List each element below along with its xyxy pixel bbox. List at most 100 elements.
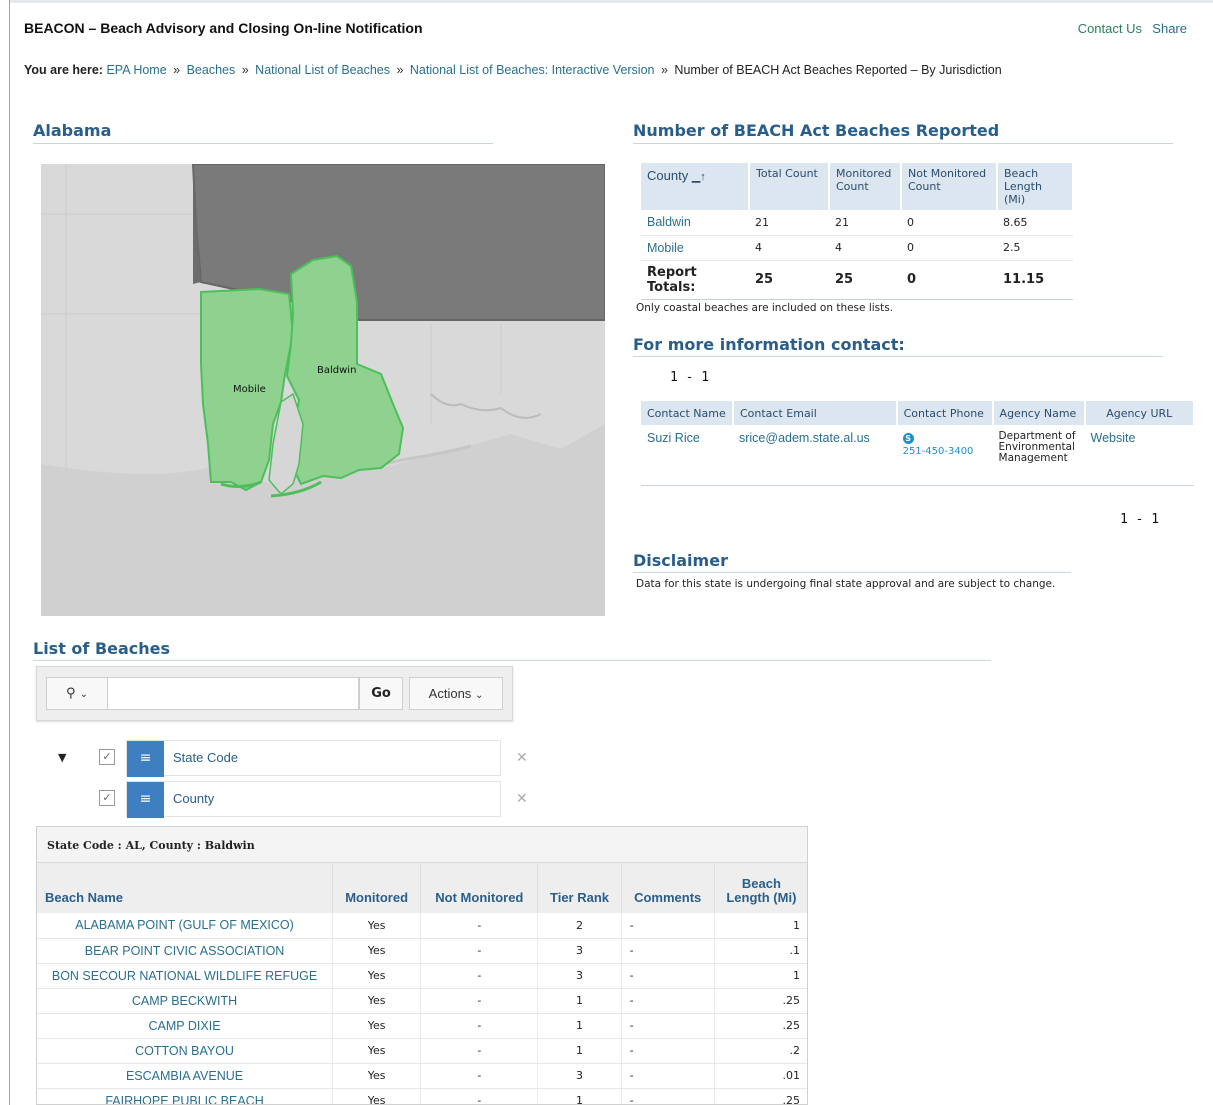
actions-menu-button[interactable]: Actions ⌄ bbox=[409, 677, 503, 710]
totals-total: 25 bbox=[749, 260, 829, 300]
beach-name-link[interactable]: BON SECOUR NATIONAL WILDLIFE REFUGE bbox=[37, 963, 334, 989]
beach-name-link[interactable]: CAMP DIXIE bbox=[37, 1013, 334, 1039]
map-label-mobile: Mobile bbox=[233, 384, 266, 395]
breadcrumb-beaches[interactable]: Beaches bbox=[187, 63, 236, 77]
beach-name-link[interactable]: ALABAMA POINT (GULF OF MEXICO) bbox=[37, 913, 334, 939]
filter-state-code[interactable]: ≡ State Code bbox=[126, 740, 501, 777]
table-row: CAMP BECKWITH Yes - 1 - .25 bbox=[37, 988, 807, 1014]
remove-filter-icon[interactable]: ✕ bbox=[516, 750, 528, 766]
cell-length: .1 bbox=[714, 938, 807, 964]
cell-tier-rank: 3 bbox=[537, 938, 622, 964]
cell-monitored: Yes bbox=[332, 963, 422, 989]
beach-table: Beach Name Monitored Not Monitored Tier … bbox=[37, 863, 807, 1104]
search-icon: ⚲ bbox=[65, 686, 76, 701]
agency-name: Department of Environmental Management bbox=[992, 425, 1085, 486]
map-title-underline bbox=[33, 143, 493, 144]
col-beach-length[interactable]: Beach Length (Mi) bbox=[997, 163, 1074, 210]
collapse-filters-toggle[interactable]: ▼ bbox=[58, 751, 66, 764]
cell-not-monitored: - bbox=[420, 1038, 539, 1064]
cell-monitored: Yes bbox=[332, 1088, 422, 1104]
cell-comments: - bbox=[621, 938, 715, 964]
table-row: Suzi Rice srice@adem.state.al.us S 251-4… bbox=[641, 425, 1194, 486]
totals-length: 11.15 bbox=[997, 260, 1073, 300]
breadcrumb: You are here: EPA Home » Beaches » Natio… bbox=[24, 63, 1002, 77]
contact-title-underline bbox=[633, 356, 1163, 357]
county-link-baldwin[interactable]: Baldwin bbox=[641, 210, 749, 236]
contact-table: Contact Name Contact Email Contact Phone… bbox=[641, 401, 1196, 486]
cell-monitored: Yes bbox=[332, 988, 422, 1014]
col-monitored[interactable]: Monitored bbox=[332, 863, 422, 913]
filter-label: State Code bbox=[173, 750, 239, 765]
counts-title: Number of BEACH Act Beaches Reported bbox=[633, 121, 1000, 140]
contact-phone[interactable]: S 251-450-3400 bbox=[896, 425, 993, 486]
county-link-mobile[interactable]: Mobile bbox=[641, 235, 749, 261]
left-border bbox=[0, 0, 10, 1105]
cell-not-monitored: - bbox=[420, 913, 539, 939]
cell-not-monitored: - bbox=[420, 988, 539, 1014]
breadcrumb-separator: » bbox=[396, 63, 404, 77]
cell-comments: - bbox=[621, 988, 715, 1014]
skype-icon[interactable]: S bbox=[902, 433, 914, 444]
table-row: Baldwin 21 21 0 8.65 bbox=[641, 210, 1073, 236]
col-contact-phone[interactable]: Contact Phone bbox=[896, 401, 994, 425]
col-county[interactable]: County ▁↑ bbox=[641, 163, 750, 210]
remove-filter-icon[interactable]: ✕ bbox=[516, 791, 528, 807]
totals-not-monitored: 0 bbox=[901, 260, 997, 300]
cell-tier-rank: 3 bbox=[537, 1063, 622, 1089]
contact-phone-number[interactable]: 251-450-3400 bbox=[903, 446, 974, 457]
breadcrumb-national-list[interactable]: National List of Beaches bbox=[255, 63, 390, 77]
actions-label: Actions bbox=[428, 686, 472, 701]
cell-tier-rank: 1 bbox=[537, 988, 622, 1014]
col-agency-name[interactable]: Agency Name bbox=[992, 401, 1086, 425]
contact-title: For more information contact: bbox=[633, 335, 905, 354]
cell-monitored: Yes bbox=[332, 938, 422, 964]
col-not-monitored-count[interactable]: Not Monitored Count bbox=[901, 163, 998, 210]
col-beach-length-mi[interactable]: Beach Length (Mi) bbox=[714, 863, 807, 913]
share-link[interactable]: Share bbox=[1152, 21, 1187, 36]
county-map[interactable]: Mobile Baldwin bbox=[41, 164, 605, 616]
disclaimer-text: Data for this state is undergoing final … bbox=[636, 578, 1056, 590]
breadcrumb-current: Number of BEACH Act Beaches Reported – B… bbox=[674, 63, 1002, 77]
table-row: FAIRHOPE PUBLIC BEACH Yes - 1 - .25 bbox=[37, 1088, 807, 1104]
totals-row: Report Totals: 25 25 0 11.15 bbox=[641, 260, 1073, 300]
search-input[interactable] bbox=[108, 677, 359, 710]
beach-name-link[interactable]: COTTON BAYOU bbox=[37, 1038, 334, 1064]
col-total-count[interactable]: Total Count bbox=[749, 163, 830, 210]
filter-checkbox-county[interactable]: ✓ bbox=[99, 790, 115, 806]
breadcrumb-epa-home[interactable]: EPA Home bbox=[106, 63, 166, 77]
col-comments[interactable]: Comments bbox=[621, 863, 715, 913]
county-map-svg: Mobile Baldwin bbox=[41, 164, 605, 616]
col-tier-rank[interactable]: Tier Rank bbox=[537, 863, 622, 913]
beach-report: State Code : AL, County : Baldwin Beach … bbox=[36, 826, 808, 1105]
go-button[interactable]: Go bbox=[359, 677, 403, 710]
cell-length: 1 bbox=[714, 913, 807, 939]
col-contact-email[interactable]: Contact Email bbox=[732, 401, 898, 425]
col-monitored-count[interactable]: Monitored Count bbox=[829, 163, 902, 210]
filter-county[interactable]: ≡ County bbox=[126, 781, 501, 818]
cell-length: .01 bbox=[714, 1063, 807, 1089]
col-agency-url[interactable]: Agency URL bbox=[1084, 401, 1196, 425]
group-by-icon: ≡ bbox=[127, 782, 164, 818]
col-beach-name[interactable]: Beach Name bbox=[37, 863, 334, 913]
breadcrumb-interactive-version[interactable]: National List of Beaches: Interactive Ve… bbox=[410, 63, 655, 77]
counts-table: County ▁↑ Total Count Monitored Count No… bbox=[641, 163, 1074, 300]
cell-comments: - bbox=[621, 1013, 715, 1039]
contact-us-link[interactable]: Contact Us bbox=[1078, 21, 1142, 36]
beach-name-link[interactable]: BEAR POINT CIVIC ASSOCIATION bbox=[37, 938, 334, 964]
filter-checkbox-state-code[interactable]: ✓ bbox=[99, 749, 115, 765]
beach-list-underline bbox=[33, 660, 991, 661]
contact-pager-bottom: 1 - 1 bbox=[1120, 512, 1160, 527]
totals-label: Report Totals: bbox=[641, 260, 749, 300]
search-column-button[interactable]: ⚲ ⌄ bbox=[46, 677, 108, 710]
cell-tier-rank: 1 bbox=[537, 1038, 622, 1064]
cell-tier-rank: 3 bbox=[537, 963, 622, 989]
contact-email-link[interactable]: srice@adem.state.al.us bbox=[732, 425, 897, 486]
cell-not-monitored: - bbox=[420, 1013, 539, 1039]
sort-ascending-icon[interactable]: ▁↑ bbox=[692, 171, 706, 183]
beach-name-link[interactable]: ESCAMBIA AVENUE bbox=[37, 1063, 334, 1089]
col-not-monitored[interactable]: Not Monitored bbox=[420, 863, 539, 913]
agency-website-link[interactable]: Website bbox=[1084, 425, 1194, 486]
beach-name-link[interactable]: FAIRHOPE PUBLIC BEACH bbox=[37, 1088, 334, 1104]
col-contact-name[interactable]: Contact Name bbox=[641, 401, 734, 425]
beach-name-link[interactable]: CAMP BECKWITH bbox=[37, 988, 334, 1014]
